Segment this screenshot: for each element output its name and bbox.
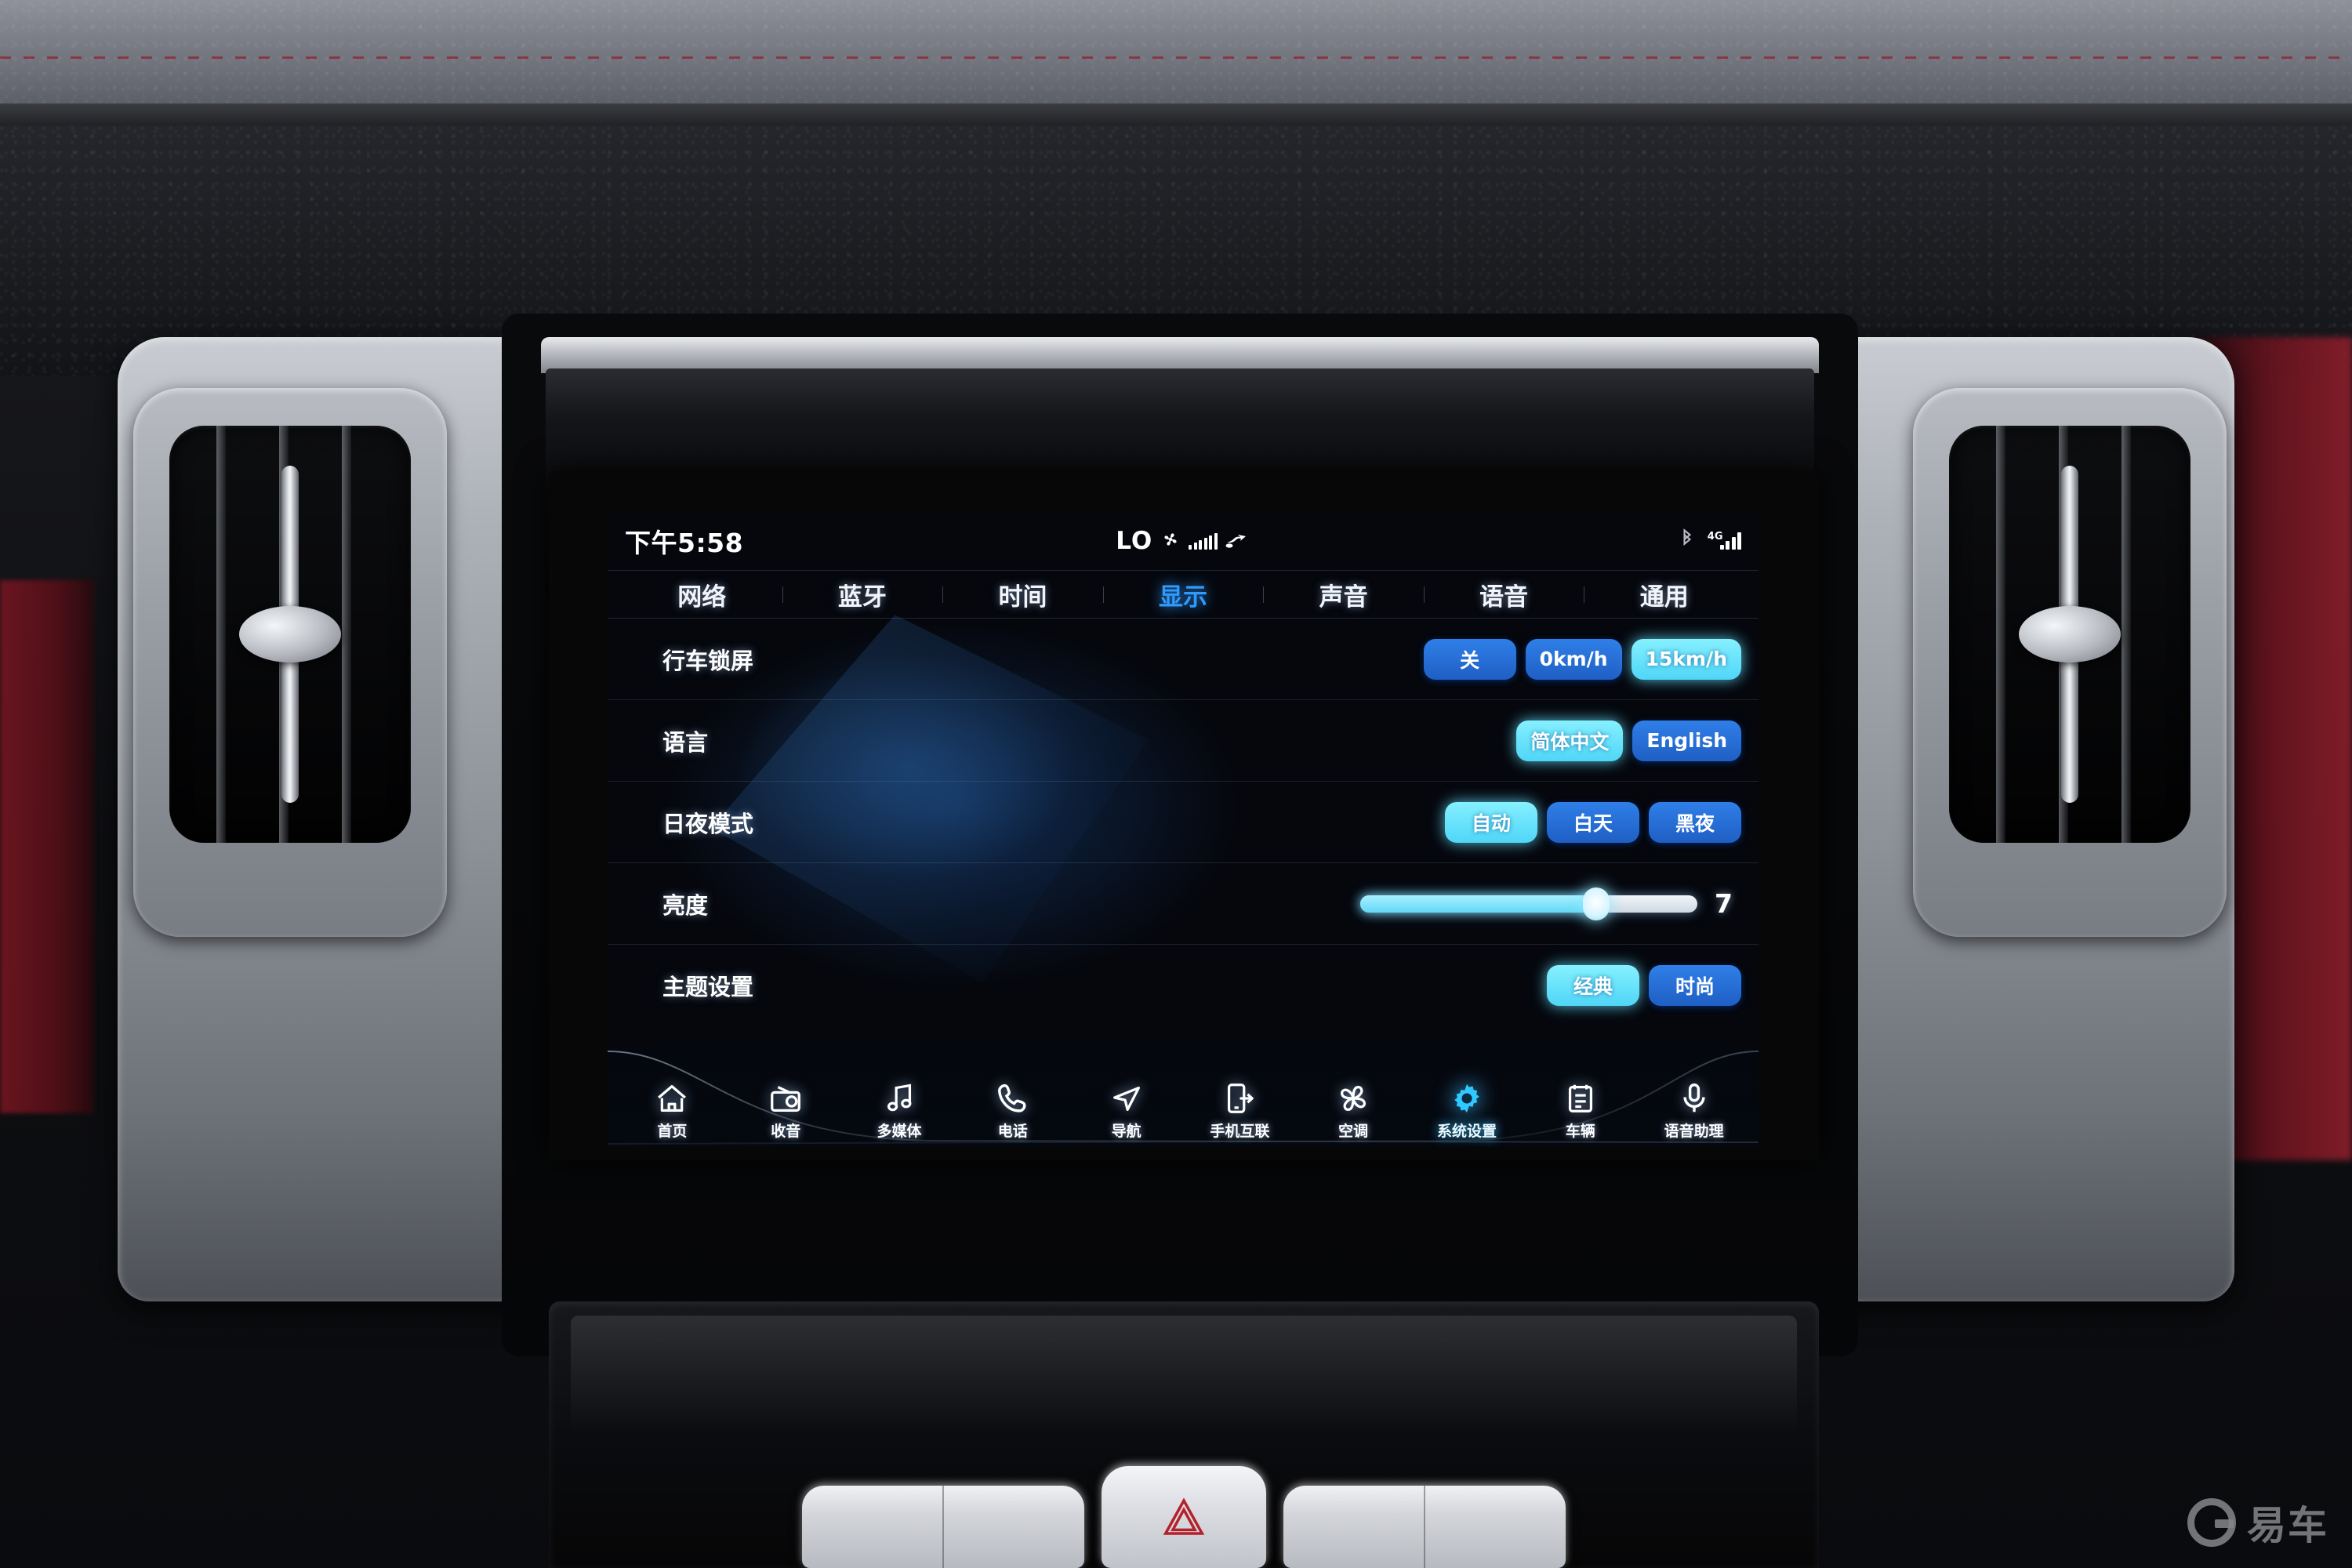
air-vent-right-mouth bbox=[1949, 426, 2190, 843]
row-label-theme: 主题设置 bbox=[662, 974, 754, 1000]
fan-speed-bars bbox=[1189, 532, 1218, 550]
dashboard-top-panel bbox=[0, 0, 2352, 118]
tab-time[interactable]: 时间 bbox=[942, 577, 1103, 612]
climate-button-left[interactable] bbox=[802, 1486, 1084, 1568]
segment-group-theme: 经典 时尚 bbox=[1547, 965, 1741, 1006]
phone-icon bbox=[995, 1080, 1031, 1116]
watermark-text: 易车 bbox=[2247, 1504, 2328, 1548]
infotainment-screen: 下午5:58 LO 4G 网络 蓝牙 时间 显示 声音 语音 通用 行车锁屏 关… bbox=[608, 514, 1759, 1147]
dock-item-media[interactable]: 多媒体 bbox=[843, 1080, 956, 1141]
dock-item-navigation[interactable]: 导航 bbox=[1069, 1080, 1183, 1141]
air-vent-left[interactable] bbox=[133, 388, 447, 937]
tab-general[interactable]: 通用 bbox=[1584, 577, 1744, 612]
tab-sound[interactable]: 声音 bbox=[1263, 577, 1424, 612]
hazard-triangle-icon bbox=[1163, 1497, 1205, 1535]
radio-icon bbox=[768, 1080, 804, 1116]
physical-button-row bbox=[549, 1466, 1819, 1568]
hazard-light-button[interactable] bbox=[1102, 1466, 1266, 1568]
music-note-icon bbox=[881, 1080, 917, 1116]
brightness-slider-fill bbox=[1360, 895, 1596, 913]
settings-rows: 行车锁屏 关 0km/h 15km/h 语言 简体中文 English 日夜模式… bbox=[608, 619, 1759, 1026]
checklist-icon bbox=[1563, 1080, 1599, 1116]
dock-label-climate: 空调 bbox=[1338, 1123, 1369, 1140]
brightness-control: 7 bbox=[1360, 887, 1741, 920]
dock-item-phone[interactable]: 电话 bbox=[956, 1080, 1069, 1141]
dock-label-navigation: 导航 bbox=[1111, 1123, 1142, 1140]
row-label-brightness: 亮度 bbox=[662, 891, 709, 919]
air-vent-left-mouth bbox=[169, 426, 411, 843]
fan-icon bbox=[1335, 1080, 1371, 1116]
row-brightness: 亮度 7 bbox=[608, 863, 1759, 945]
row-label-day-night-mode: 日夜模式 bbox=[662, 810, 754, 837]
seg-theme-fashion[interactable]: 时尚 bbox=[1649, 965, 1741, 1006]
dock-item-voice[interactable]: 语音助理 bbox=[1637, 1080, 1751, 1141]
air-vent-right[interactable] bbox=[1913, 388, 2227, 937]
segment-group-driving-lockscreen: 关 0km/h 15km/h bbox=[1423, 638, 1741, 680]
airflow-seat-icon bbox=[1225, 529, 1250, 553]
row-language: 语言 简体中文 English bbox=[608, 700, 1759, 782]
lower-console-gloss bbox=[571, 1316, 1797, 1433]
brightness-slider-knob[interactable] bbox=[1583, 887, 1610, 920]
seg-lockscreen-0kmh[interactable]: 0km/h bbox=[1525, 638, 1622, 680]
brightness-value: 7 bbox=[1715, 888, 1733, 919]
dock-label-phone: 电话 bbox=[997, 1123, 1028, 1140]
tab-voice[interactable]: 语音 bbox=[1423, 577, 1584, 612]
home-icon bbox=[654, 1080, 690, 1116]
seg-lockscreen-15kmh[interactable]: 15km/h bbox=[1631, 638, 1741, 680]
climate-button-right[interactable] bbox=[1283, 1486, 1566, 1568]
lower-console-panel bbox=[549, 1301, 1819, 1568]
dock-label-radio: 收音 bbox=[771, 1123, 801, 1140]
row-day-night-mode: 日夜模式 自动 白天 黑夜 bbox=[608, 782, 1759, 863]
dock-item-settings[interactable]: 系统设置 bbox=[1410, 1080, 1524, 1141]
red-accent-trim-left bbox=[0, 580, 94, 1113]
seg-mode-day[interactable]: 白天 bbox=[1547, 801, 1639, 843]
tab-bluetooth[interactable]: 蓝牙 bbox=[782, 577, 943, 612]
segment-group-language: 简体中文 English bbox=[1516, 720, 1741, 761]
dock-label-media: 多媒体 bbox=[877, 1123, 922, 1140]
dashboard-red-stitching bbox=[0, 56, 2352, 59]
dock-item-climate[interactable]: 空调 bbox=[1297, 1080, 1410, 1141]
dock-label-home: 首页 bbox=[657, 1123, 688, 1140]
status-bar: 下午5:58 LO 4G bbox=[608, 514, 1759, 568]
gear-icon bbox=[1449, 1080, 1485, 1116]
dock-label-phone-link: 手机互联 bbox=[1210, 1123, 1270, 1140]
network-type-label: 4G bbox=[1707, 531, 1723, 543]
seg-mode-auto[interactable]: 自动 bbox=[1445, 801, 1537, 843]
segment-group-day-night-mode: 自动 白天 黑夜 bbox=[1445, 801, 1741, 843]
brightness-slider[interactable] bbox=[1360, 887, 1697, 920]
watermark: 易车 bbox=[2187, 1494, 2328, 1551]
seg-lockscreen-off[interactable]: 关 bbox=[1423, 638, 1516, 680]
air-vent-left-knob[interactable] bbox=[281, 466, 299, 803]
seg-language-english[interactable]: English bbox=[1632, 720, 1741, 761]
dock-item-home[interactable]: 首页 bbox=[615, 1080, 729, 1141]
navigation-icon bbox=[1109, 1080, 1145, 1116]
row-theme: 主题设置 经典 时尚 bbox=[608, 945, 1759, 1026]
dashboard-leather-texture bbox=[0, 0, 2352, 118]
tab-network[interactable]: 网络 bbox=[622, 577, 782, 612]
status-climate-temp: LO bbox=[1116, 527, 1153, 555]
yiche-logo-icon bbox=[2187, 1498, 2236, 1547]
settings-tab-bar: 网络 蓝牙 时间 显示 声音 语音 通用 bbox=[608, 570, 1759, 619]
row-label-language: 语言 bbox=[662, 728, 709, 756]
dock-item-radio[interactable]: 收音 bbox=[729, 1080, 843, 1141]
seg-language-chinese[interactable]: 简体中文 bbox=[1516, 720, 1624, 761]
status-climate-group: LO bbox=[608, 514, 1759, 568]
dock-label-vehicle: 车辆 bbox=[1565, 1123, 1595, 1140]
dock-item-phone-link[interactable]: 手机互联 bbox=[1183, 1080, 1297, 1141]
dock-label-voice: 语音助理 bbox=[1664, 1123, 1724, 1140]
row-driving-lockscreen: 行车锁屏 关 0km/h 15km/h bbox=[608, 619, 1759, 700]
dock-item-vehicle[interactable]: 车辆 bbox=[1523, 1080, 1637, 1141]
air-vent-right-knob[interactable] bbox=[2061, 466, 2078, 803]
phone-link-icon bbox=[1221, 1080, 1258, 1116]
seg-theme-classic[interactable]: 经典 bbox=[1547, 965, 1639, 1006]
screenshot-root: 下午5:58 LO 4G 网络 蓝牙 时间 显示 声音 语音 通用 行车锁屏 关… bbox=[0, 0, 2352, 1568]
dock-label-settings: 系统设置 bbox=[1436, 1123, 1497, 1140]
bottom-dock: 首页 收音 多媒体 电话 导航 手机互联 空调 系统设置 车辆 语音助理 bbox=[608, 1047, 1759, 1147]
microphone-icon bbox=[1676, 1080, 1712, 1116]
row-label-driving-lockscreen: 行车锁屏 bbox=[662, 647, 754, 674]
fan-icon bbox=[1160, 529, 1181, 553]
tab-display[interactable]: 显示 bbox=[1102, 577, 1264, 612]
seg-mode-night[interactable]: 黑夜 bbox=[1649, 801, 1741, 843]
